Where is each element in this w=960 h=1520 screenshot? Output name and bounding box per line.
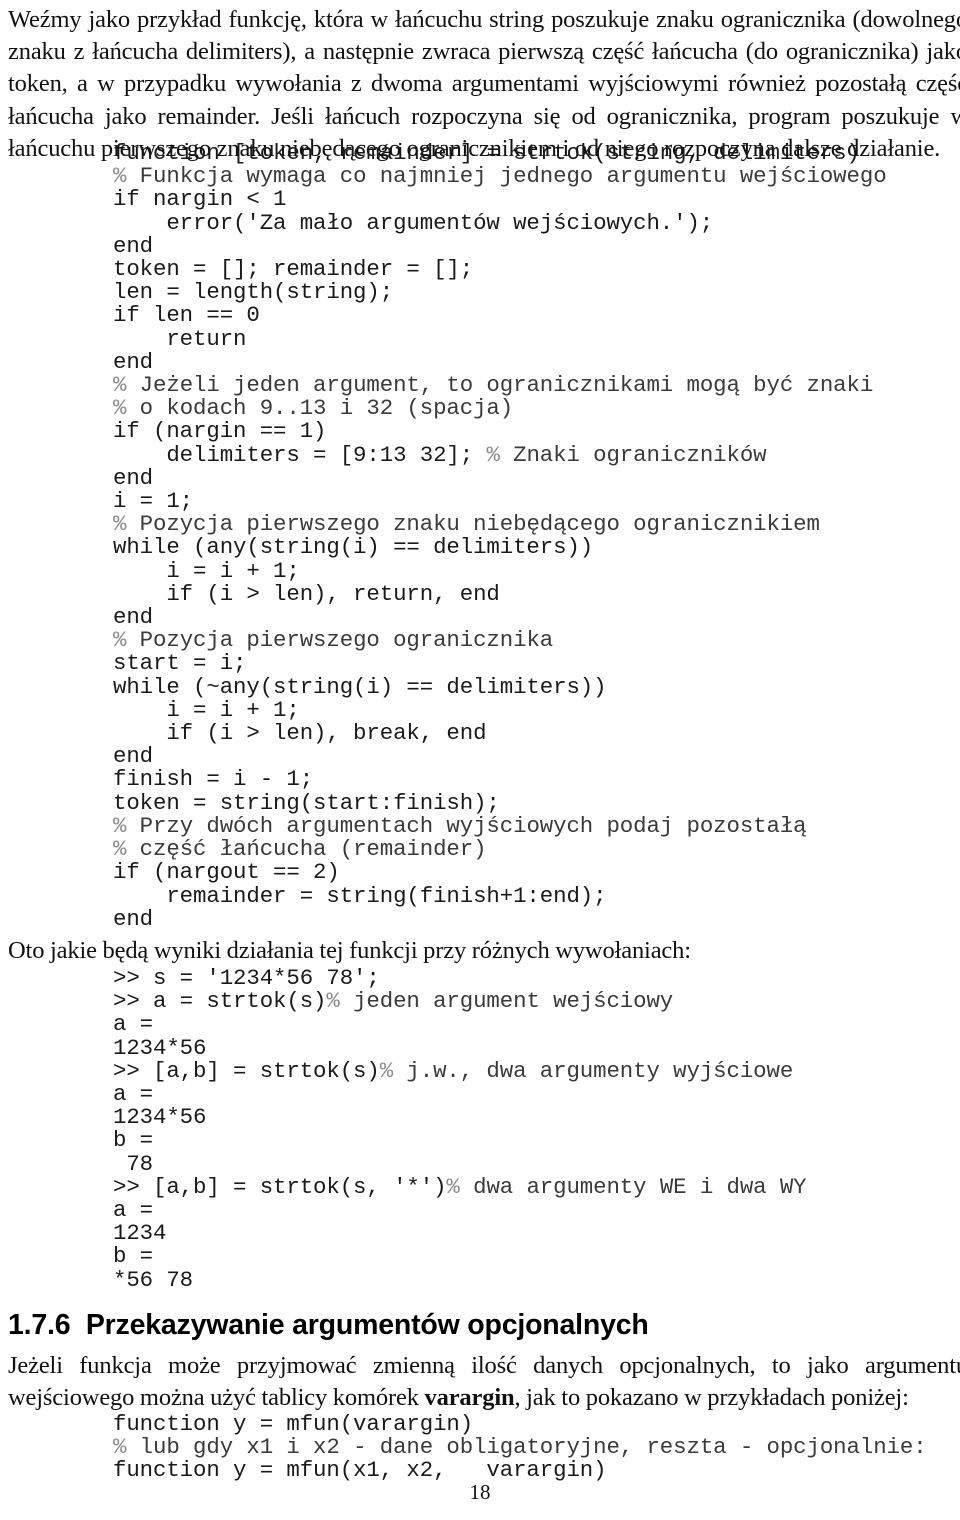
varargin-paragraph: Jeżeli funkcja może przyjmować zmienną i…	[0, 1350, 960, 1414]
page-number: 18	[469, 1480, 491, 1504]
code-block-varargin: function y = mfun(varargin) % lub gdy x1…	[113, 1411, 927, 1484]
results-intro-paragraph: Oto jakie będą wyniki działania tej funk…	[8, 937, 691, 964]
code-block-results: >> s = '1234*56 78'; >> a = strtok(s)% j…	[113, 965, 807, 1293]
varargin-keyword: varargin	[424, 1384, 515, 1412]
varargin-paragraph-part2: , jak to pokazano w przykładach poniżej:	[514, 1384, 909, 1412]
code-block-strtok: function [token, remainder] = strtok(str…	[113, 140, 887, 932]
document-page: Weźmy jako przykład funkcję, która w łań…	[0, 0, 960, 1520]
section-heading: 1.7.6 Przekazywanie argumentów opcjonaln…	[8, 1309, 649, 1341]
